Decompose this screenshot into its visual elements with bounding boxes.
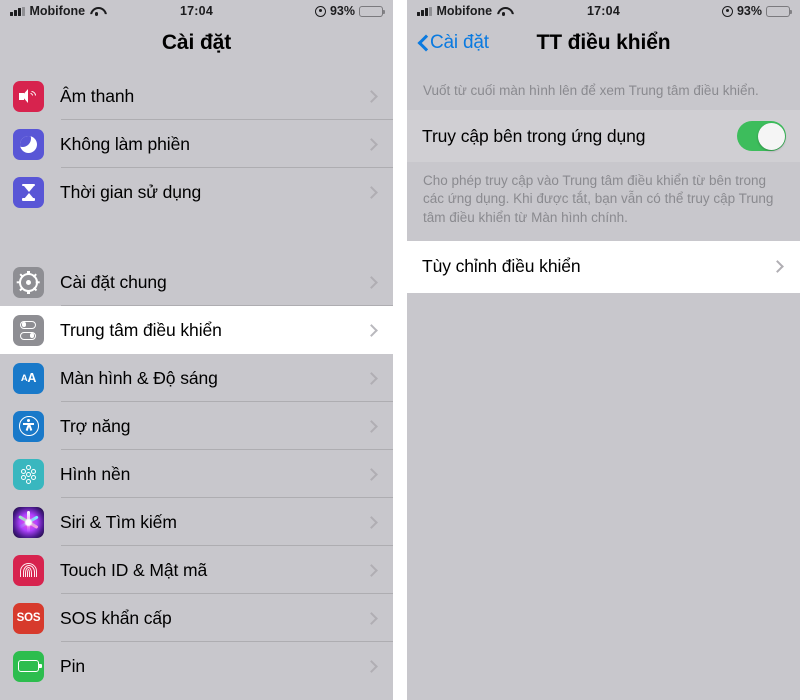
chevron-right-icon (365, 419, 378, 433)
hourglass-icon (13, 176, 44, 208)
accessibility-icon (13, 410, 44, 442)
sidebar-item-emergency-sos[interactable]: SOS SOS khẩn cấp (0, 594, 393, 642)
back-button-label: Cài đặt (430, 32, 489, 53)
sidebar-item-battery[interactable]: Pin (0, 642, 393, 690)
battery-icon (766, 5, 793, 17)
list-top-spacer (0, 64, 393, 72)
nav-bar-right: Cài đặt TT điều khiển (407, 22, 800, 64)
chevron-right-icon (365, 275, 378, 289)
sidebar-item-label: Siri & Tìm kiếm (60, 511, 177, 532)
status-bar-right-group: 93% (314, 4, 386, 18)
settings-list[interactable]: Âm thanh Không làm phiền Thời gian sử dụ… (0, 64, 393, 700)
status-bar-right-group: 93% (721, 4, 793, 18)
sidebar-item-siri-search[interactable]: Siri & Tìm kiếm (0, 498, 393, 546)
speaker-icon (13, 80, 44, 112)
access-within-apps-label: Truy cập bên trong ứng dụng (422, 125, 646, 146)
battery-percent-label: 93% (736, 4, 762, 18)
panel-divider (393, 0, 407, 700)
sidebar-item-do-not-disturb[interactable]: Không làm phiền (0, 120, 393, 168)
sidebar-item-label: Thời gian sử dụng (60, 181, 202, 202)
sidebar-item-label: Trung tâm điều khiển (60, 319, 222, 340)
left-phone-screen: Mobifone 17:04 93% Cài đặt Âm thanh Khôn… (0, 0, 393, 700)
toggle-footnote: Cho phép truy cập vào Trung tâm điều khi… (407, 162, 800, 241)
back-button[interactable]: Cài đặt (417, 32, 489, 54)
sidebar-item-label: Âm thanh (60, 85, 135, 106)
sidebar-item-wallpaper[interactable]: Hình nền (0, 450, 393, 498)
status-bar-right: Mobifone 17:04 93% (407, 0, 800, 22)
sidebar-item-label: Touch ID & Mật mã (60, 559, 208, 580)
sidebar-item-label: Màn hình & Độ sáng (60, 367, 218, 388)
battery-percent-label: 93% (329, 4, 355, 18)
chevron-right-icon (365, 467, 378, 481)
chevron-right-icon (365, 89, 378, 103)
gear-icon (13, 266, 44, 298)
control-center-settings: Vuốt từ cuối màn hình lên để xem Trung t… (407, 64, 800, 700)
chevron-right-icon (365, 185, 378, 199)
sidebar-item-label: Trợ năng (60, 415, 131, 436)
customize-controls-row[interactable]: Tùy chỉnh điều khiển (407, 240, 800, 293)
sidebar-item-label: Pin (60, 655, 85, 676)
siri-icon (13, 506, 44, 538)
wallpaper-icon (13, 458, 44, 490)
chevron-right-icon (365, 515, 378, 529)
nav-bar-left: Cài đặt (0, 22, 393, 64)
chevron-right-icon (365, 323, 378, 337)
access-within-apps-row[interactable]: Truy cập bên trong ứng dụng (407, 110, 800, 163)
customize-controls-label: Tùy chỉnh điều khiển (422, 256, 581, 277)
sos-icon: SOS (13, 602, 44, 634)
sidebar-item-label: Cài đặt chung (60, 271, 167, 292)
page-title: Cài đặt (161, 31, 232, 54)
sidebar-item-label: SOS khẩn cấp (60, 607, 172, 628)
sidebar-item-sounds[interactable]: Âm thanh (0, 72, 393, 120)
header-footnote: Vuốt từ cuối màn hình lên để xem Trung t… (407, 64, 800, 111)
chevron-right-icon (771, 260, 784, 274)
sidebar-item-touch-id-passcode[interactable]: Touch ID & Mật mã (0, 546, 393, 594)
chevron-right-icon (365, 563, 378, 577)
display-brightness-icon: AA (13, 362, 44, 394)
control-center-icon (13, 314, 44, 346)
right-phone-screen: Mobifone 17:04 93% Cài đặt TT điều khiển… (407, 0, 800, 700)
battery-icon (13, 650, 44, 682)
sidebar-item-label: Hình nền (60, 463, 131, 484)
sidebar-item-display-brightness[interactable]: AA Màn hình & Độ sáng (0, 354, 393, 402)
orientation-lock-icon (721, 5, 733, 17)
status-bar-left: Mobifone 17:04 93% (0, 0, 393, 22)
chevron-right-icon (365, 137, 378, 151)
chevron-right-icon (365, 659, 378, 673)
sidebar-item-control-center[interactable]: Trung tâm điều khiển (0, 306, 393, 354)
sidebar-item-label: Không làm phiền (60, 133, 190, 154)
chevron-right-icon (365, 371, 378, 385)
touch-id-icon (13, 554, 44, 586)
group-gap (0, 216, 393, 258)
sidebar-item-screen-time[interactable]: Thời gian sử dụng (0, 168, 393, 216)
orientation-lock-icon (314, 5, 326, 17)
battery-icon (359, 5, 386, 17)
settings-group-1: Âm thanh Không làm phiền Thời gian sử dụ… (0, 72, 393, 216)
chevron-right-icon (365, 611, 378, 625)
sidebar-item-general[interactable]: Cài đặt chung (0, 258, 393, 306)
screenshot-stage: Mobifone 17:04 93% Cài đặt Âm thanh Khôn… (0, 0, 800, 700)
empty-area (407, 292, 800, 700)
moon-icon (13, 128, 44, 160)
sidebar-item-accessibility[interactable]: Trợ năng (0, 402, 393, 450)
access-within-apps-toggle[interactable] (737, 121, 786, 152)
chevron-left-icon (417, 34, 428, 52)
settings-group-2: Cài đặt chung Trung tâm điều khiển AA Mà… (0, 258, 393, 690)
